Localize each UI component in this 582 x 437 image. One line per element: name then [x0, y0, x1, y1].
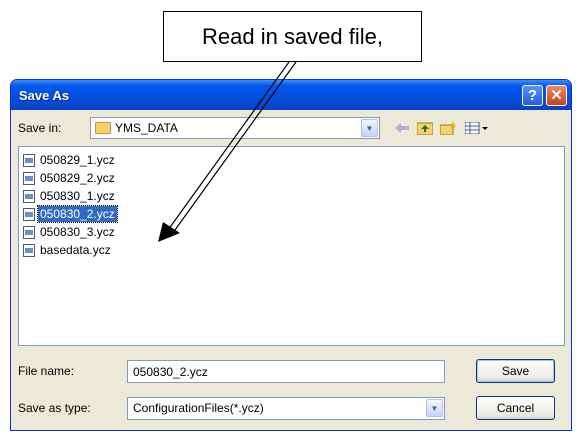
- close-icon: ✕: [550, 87, 563, 104]
- file-name: 050830_2.ycz: [37, 205, 118, 223]
- list-item[interactable]: basedata.ycz: [23, 241, 113, 259]
- save-as-type-value: ConfigurationFiles(*.ycz): [133, 401, 264, 415]
- file-icon: [23, 189, 35, 203]
- list-item[interactable]: 050830_3.ycz: [23, 223, 117, 241]
- file-icon: [23, 243, 35, 257]
- chevron-down-icon[interactable]: ▼: [426, 399, 443, 417]
- save-as-type-dropdown[interactable]: ConfigurationFiles(*.ycz) ▼: [127, 397, 445, 420]
- help-icon: ?: [527, 86, 538, 104]
- save-as-dialog: Save As ? ✕ Save in: YMS_DATA ▼ 050829_1…: [10, 79, 572, 431]
- list-item-selected[interactable]: 050830_2.ycz: [23, 205, 118, 223]
- save-in-value: YMS_DATA: [115, 121, 178, 135]
- callout-text: Read in saved file,: [202, 23, 383, 49]
- save-button[interactable]: Save: [476, 359, 555, 383]
- save-button-label: Save: [501, 364, 530, 378]
- title-bar[interactable]: Save As ? ✕: [11, 80, 571, 110]
- file-name: 050830_3.ycz: [40, 225, 115, 239]
- callout-box: Read in saved file,: [163, 11, 422, 62]
- file-icon: [23, 171, 35, 185]
- up-folder-icon[interactable]: [417, 120, 433, 136]
- close-button[interactable]: ✕: [546, 84, 567, 106]
- list-item[interactable]: 050829_1.ycz: [23, 151, 117, 169]
- file-name: 050829_1.ycz: [40, 153, 115, 167]
- list-item[interactable]: 050829_2.ycz: [23, 169, 117, 187]
- file-list[interactable]: 050829_1.ycz 050829_2.ycz 050830_1.ycz 0…: [18, 146, 565, 346]
- file-icon: [23, 225, 35, 239]
- file-name: 050829_2.ycz: [40, 171, 115, 185]
- back-icon[interactable]: [394, 120, 410, 136]
- help-button[interactable]: ?: [522, 84, 543, 106]
- save-in-dropdown[interactable]: YMS_DATA ▼: [90, 117, 380, 139]
- cancel-button[interactable]: Cancel: [476, 396, 555, 420]
- dialog-title: Save As: [19, 87, 70, 103]
- new-folder-icon[interactable]: [440, 120, 456, 136]
- chevron-down-icon[interactable]: ▼: [361, 119, 378, 137]
- file-icon: [23, 153, 35, 167]
- save-as-type-label: Save as type:: [18, 401, 91, 415]
- list-item[interactable]: 050830_1.ycz: [23, 187, 117, 205]
- folder-icon: [95, 122, 111, 134]
- file-icon: [23, 207, 35, 221]
- file-name: basedata.ycz: [40, 243, 111, 257]
- file-name: 050830_1.ycz: [40, 189, 115, 203]
- file-name-label: File name:: [18, 364, 75, 378]
- save-in-label: Save in:: [18, 121, 62, 135]
- file-name-input[interactable]: [127, 360, 445, 383]
- views-menu-icon[interactable]: [465, 120, 489, 136]
- cancel-button-label: Cancel: [496, 401, 535, 415]
